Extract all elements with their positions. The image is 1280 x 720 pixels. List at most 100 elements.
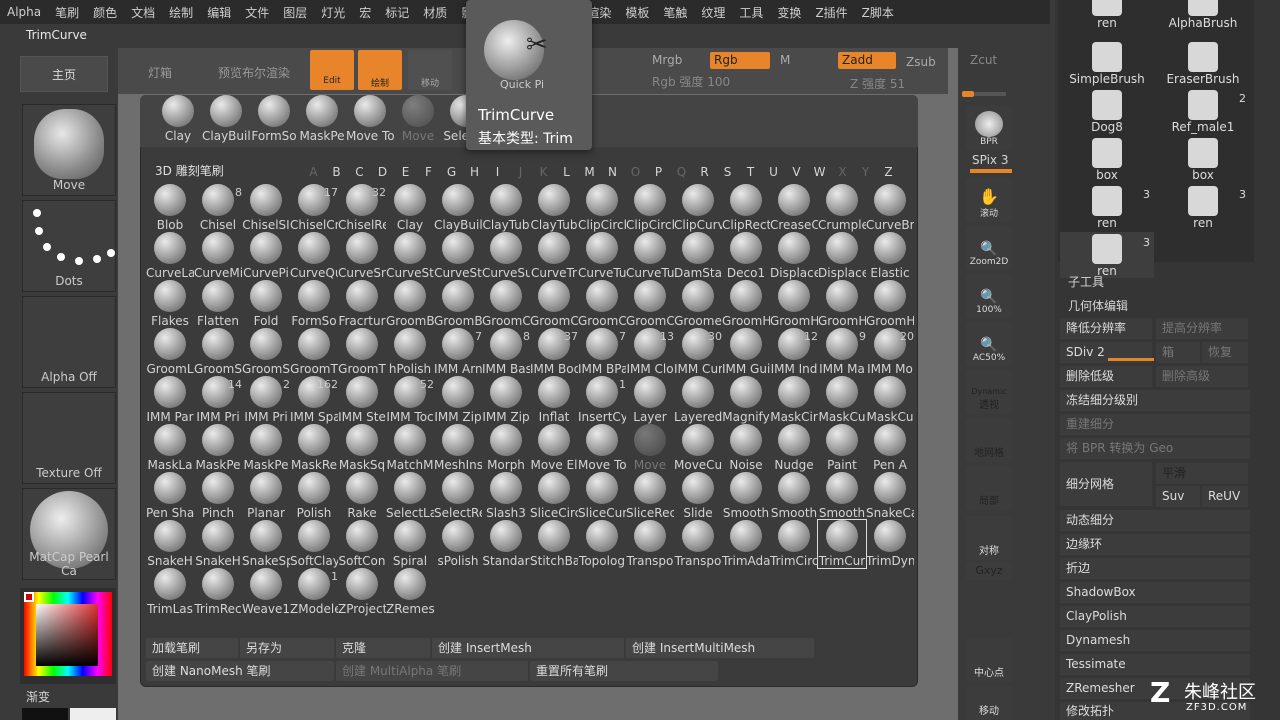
brush-item[interactable]: Flatten (194, 280, 242, 328)
brush-item[interactable]: Polish (290, 472, 338, 520)
menu-item[interactable]: 变换 (770, 4, 808, 21)
symmetry-button[interactable]: 对称 (966, 516, 1012, 560)
create-nanomesh-button[interactable]: 创建 NanoMesh 笔刷 (146, 661, 334, 681)
rebuild-subdiv-button[interactable]: 重建细分 (1060, 414, 1250, 435)
xyz-button[interactable]: Gxyz (966, 562, 1012, 580)
bpr-button[interactable]: BPR (966, 106, 1012, 150)
brush-item[interactable]: IMM Mo 20 (866, 328, 914, 376)
brush-item[interactable]: Deco1 (722, 232, 770, 280)
brush-item[interactable]: GroomS (194, 328, 242, 376)
brush-item[interactable]: Move El (530, 424, 578, 472)
brush-item[interactable]: IMM Zip (482, 376, 530, 424)
menu-item[interactable]: 灯光 (314, 4, 352, 21)
brush-item[interactable]: TrimDyn (866, 520, 914, 568)
letter-filter-h[interactable]: H (463, 165, 486, 179)
brush-item[interactable]: IMM Boo 37 (530, 328, 578, 376)
brush-item[interactable]: Pen Sha (146, 472, 194, 520)
brush-item[interactable]: MaskLa (146, 424, 194, 472)
brush-item[interactable]: IMM Ste (338, 376, 386, 424)
brush-item[interactable]: Magnify (722, 376, 770, 424)
tessimate-section[interactable]: Tessimate (1060, 654, 1250, 675)
suv-toggle[interactable]: Suv (1156, 486, 1200, 507)
brush-item[interactable]: SliceCur (578, 472, 626, 520)
letter-filter-b[interactable]: B (325, 165, 348, 179)
menu-item[interactable]: Alpha (0, 5, 48, 19)
brush-item[interactable]: Noise (722, 424, 770, 472)
scroll-button[interactable]: ✋ 滚动 (966, 178, 1012, 222)
floor-button[interactable]: 地网格 (966, 418, 1012, 462)
brush-item[interactable]: MaskSq (338, 424, 386, 472)
letter-filter-q[interactable]: Q (670, 165, 693, 179)
brush-item[interactable]: Slash3 (482, 472, 530, 520)
tool-item[interactable]: EraserBrush (1156, 40, 1250, 86)
brush-item[interactable]: Topolog (578, 520, 626, 568)
brush-item[interactable]: CurvePi (242, 232, 290, 280)
recent-brush[interactable]: FormSo (250, 95, 298, 143)
clone-button[interactable]: 克隆 (336, 638, 430, 658)
menu-item[interactable]: Z插件 (808, 4, 854, 21)
letter-filter-m[interactable]: M (578, 165, 601, 179)
intensity-handle[interactable] (962, 91, 974, 97)
brush-item[interactable]: StitchBa (530, 520, 578, 568)
brush-item[interactable]: GroomT (338, 328, 386, 376)
brush-item[interactable]: MaskPe (242, 424, 290, 472)
menu-item[interactable]: 宏 (352, 4, 378, 21)
letter-filter-c[interactable]: C (348, 165, 371, 179)
brush-item[interactable]: ChiselSI (242, 184, 290, 232)
spix-slider[interactable]: SPix 3 (972, 153, 1008, 167)
brush-item[interactable]: CurveTu (578, 232, 626, 280)
brush-item[interactable]: CurveSt (386, 232, 434, 280)
brush-item[interactable]: CurveSu (482, 232, 530, 280)
brush-item[interactable]: CurveQu (290, 232, 338, 280)
brush-item[interactable]: Paint (818, 424, 866, 472)
crease-section[interactable]: 折边 (1060, 558, 1250, 579)
menu-item[interactable]: 编辑 (200, 4, 238, 21)
brush-item[interactable]: CurveMi (194, 232, 242, 280)
zoom2d-button[interactable]: 🔍 Zoom2D (966, 226, 1012, 270)
del-higher-button[interactable]: 删除高级 (1156, 366, 1248, 387)
rgb-button[interactable]: Rgb (710, 52, 770, 69)
brush-item[interactable]: Flakes (146, 280, 194, 328)
brush-item[interactable]: GroomT (290, 328, 338, 376)
brush-item[interactable]: Layered (674, 376, 722, 424)
brush-item[interactable]: SelectLa (386, 472, 434, 520)
main-color-swatch[interactable] (22, 708, 68, 720)
letter-filter-g[interactable]: G (440, 165, 463, 179)
reset-all-brushes-button[interactable]: 重置所有笔刷 (530, 661, 718, 681)
brush-item[interactable]: ZModele 1 (290, 568, 338, 616)
brush-item[interactable]: Crumple (818, 184, 866, 232)
brush-item[interactable]: CreaseC (770, 184, 818, 232)
brush-item[interactable]: Move (626, 424, 674, 472)
draw-button[interactable]: 绘制 (358, 50, 402, 90)
brush-item[interactable]: Clay (386, 184, 434, 232)
brush-item[interactable]: GroomH (818, 280, 866, 328)
brush-item[interactable]: Displace (770, 232, 818, 280)
reconstruct-button[interactable]: 恢复 (1202, 342, 1248, 363)
brush-item[interactable]: Blob (146, 184, 194, 232)
brush-item[interactable]: IMM Pri 14 (194, 376, 242, 424)
brush-item[interactable]: IMM BPa 7 (578, 328, 626, 376)
rgb-intensity-slider[interactable]: Rgb 强度 100 (648, 74, 730, 91)
brush-item[interactable]: GroomC (530, 280, 578, 328)
letter-filter-t[interactable]: T (739, 165, 762, 179)
brush-item[interactable]: Pinch (194, 472, 242, 520)
brush-item[interactable]: SelectRe (434, 472, 482, 520)
alpha-tile[interactable]: Alpha Off (22, 296, 116, 388)
menu-item[interactable]: 文档 (124, 4, 162, 21)
letter-filter-z[interactable]: Z (877, 165, 900, 179)
move-view-button[interactable]: 移动 (966, 686, 1012, 720)
menu-item[interactable]: 纹理 (694, 4, 732, 21)
brush-item[interactable]: IMM Pri 2 (242, 376, 290, 424)
tool-item[interactable]: box (1060, 136, 1154, 182)
letter-filter-p[interactable]: P (647, 165, 670, 179)
edgeloop-section[interactable]: 边缘环 (1060, 534, 1250, 555)
brush-item[interactable]: ChiselCr 17 (290, 184, 338, 232)
menu-item[interactable]: 绘制 (162, 4, 200, 21)
brush-item[interactable]: Groome (674, 280, 722, 328)
brush-item[interactable]: Pen A (866, 424, 914, 472)
brush-item[interactable]: Planar (242, 472, 290, 520)
menu-item[interactable]: 文件 (238, 4, 276, 21)
brush-item[interactable]: MaskCu (866, 376, 914, 424)
create-multialpha-button[interactable]: 创建 MultiAlpha 笔刷 (336, 661, 528, 681)
del-lower-button[interactable]: 删除低级 (1060, 366, 1152, 387)
